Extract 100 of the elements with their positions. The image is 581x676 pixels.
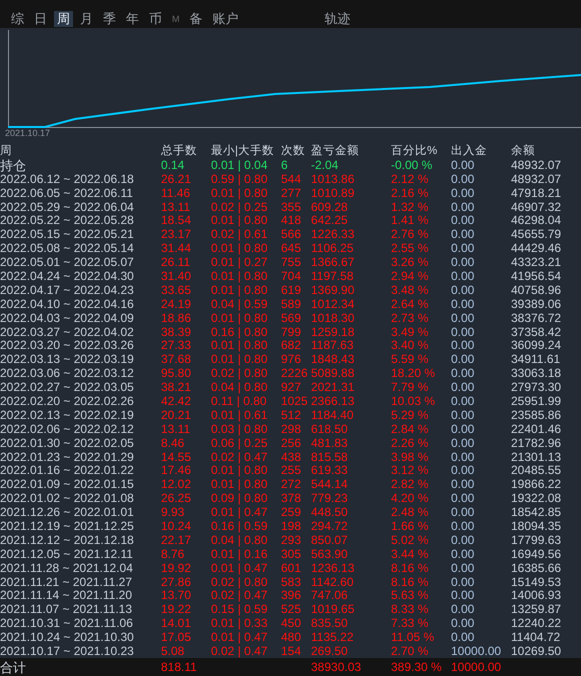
balance-cell-text: 44429.46 xyxy=(511,242,562,254)
period-cell-text: 2022.05.22 ~ 2022.05.28 xyxy=(0,214,135,226)
balance-cell-text: 18094.35 xyxy=(511,520,562,532)
count-cell-text: 255 xyxy=(281,464,302,476)
balance-cell-text: 13259.87 xyxy=(511,603,562,616)
period-cell-text: 2021.10.17 ~ 2021.10.23 xyxy=(0,645,135,658)
lot-range-cell-text: 0.02 | 0.80 xyxy=(211,367,268,380)
period-tab[interactable]: 备 xyxy=(186,10,206,27)
column-header: 周 xyxy=(0,146,13,158)
period-tab[interactable]: 季 xyxy=(100,10,119,27)
percent-cell-text: 1.32 % xyxy=(391,200,430,213)
balance-cell-text: 25951.99 xyxy=(511,395,562,408)
period-cell-text: 2022.04.10 ~ 2022.04.16 xyxy=(0,298,135,310)
lot-range-cell-text: 0.01 | 0.80 xyxy=(211,186,268,199)
profit-cell-text: 779.23 xyxy=(311,492,349,504)
period-tab[interactable]: 轨迹 xyxy=(322,10,354,27)
balance-cell-text: 16949.56 xyxy=(511,548,562,560)
lot-range-cell-text: 0.01 | 0.33 xyxy=(211,617,268,630)
lot-range-cell-text: 0.01 | 0.27 xyxy=(211,256,268,268)
percent-cell-text: 3.12 % xyxy=(391,464,430,476)
period-cell-text: 2021.11.28 ~ 2021.12.04 xyxy=(0,562,134,574)
count-cell-text: 976 xyxy=(281,353,302,366)
balance-cell-text: 15149.53 xyxy=(511,576,562,588)
percent-cell-text: 10.03 % xyxy=(391,395,436,408)
period-tab[interactable]: 月 xyxy=(77,10,96,27)
deposit-cell-text: 0.00 xyxy=(451,395,476,408)
period-tab[interactable]: 综 xyxy=(8,10,27,27)
balance-cell-text: 37358.42 xyxy=(511,326,562,338)
profit-cell-text: 642.25 xyxy=(311,214,349,226)
deposit-cell-text: 0.00 xyxy=(451,562,476,574)
period-tab[interactable]: 币 xyxy=(146,10,165,27)
lots-cell-text: 19.92 xyxy=(161,562,192,574)
period-tab[interactable]: 账户 xyxy=(210,10,242,27)
period-cell-text: 2022.01.09 ~ 2022.01.15 xyxy=(0,478,135,490)
deposit-cell-text: 0.00 xyxy=(451,172,476,185)
count-cell-text: 525 xyxy=(281,603,302,616)
period-tab[interactable]: 周 xyxy=(54,10,73,27)
period-tab[interactable]: 年 xyxy=(123,10,142,27)
period-cell-text: 2022.04.17 ~ 2022.04.23 xyxy=(0,284,135,296)
deposit-cell-text: 0.00 xyxy=(451,617,476,630)
period-cell-text: 2022.05.08 ~ 2022.05.14 xyxy=(0,242,135,254)
period-tab[interactable]: 日 xyxy=(31,10,50,27)
count-cell-text: 566 xyxy=(281,228,302,240)
period-cell-text: 2022.05.01 ~ 2022.05.07 xyxy=(0,256,135,268)
balance-cell-text: 11404.72 xyxy=(511,631,562,644)
deposit-cell-text: 0.00 xyxy=(451,270,476,282)
period-cell-text: 2022.05.15 ~ 2022.05.21 xyxy=(0,228,135,240)
period-cell-text: 2022.03.06 ~ 2022.03.12 xyxy=(0,367,135,380)
balance-cell-text: 19322.08 xyxy=(511,492,562,504)
deposit-cell-text: 0.00 xyxy=(451,200,476,213)
count-cell-text: 589 xyxy=(281,298,302,310)
count-cell-text: 2226 xyxy=(281,367,309,380)
lots-cell-text: 13.70 xyxy=(161,589,192,602)
lot-range-cell-text: 0.01 | 0.04 xyxy=(211,159,268,172)
percent-cell-text: 2.73 % xyxy=(391,312,430,324)
lot-range-cell-text: 0.01 | 0.61 xyxy=(211,408,268,421)
deposit-cell-text: 0.00 xyxy=(451,367,476,380)
lots-cell-text: 8.76 xyxy=(161,548,186,560)
deposit-cell-text: 0.00 xyxy=(451,631,476,644)
balance-cell-text: 33063.18 xyxy=(511,367,562,380)
count-cell-text: 418 xyxy=(281,214,302,226)
percent-cell-text: 2.12 % xyxy=(391,172,430,185)
count-cell-text: 272 xyxy=(281,478,302,490)
lots-cell-text: 19.22 xyxy=(161,603,192,616)
percent-cell-text: 4.20 % xyxy=(391,492,430,504)
count-cell-text: 799 xyxy=(281,326,302,338)
percent-cell-text: 2.70 % xyxy=(391,645,430,658)
lots-cell-text: 13.11 xyxy=(161,200,192,213)
deposit-cell-text: 0.00 xyxy=(451,534,476,546)
percent-cell-text: 1.66 % xyxy=(391,520,430,532)
count-cell-text: 544 xyxy=(281,172,302,185)
lot-range-cell-text: 0.02 | 0.47 xyxy=(211,645,268,658)
deposit-cell-text: 0.00 xyxy=(451,256,476,268)
count-cell-text: 704 xyxy=(281,270,302,282)
deposit-cell-text: 0.00 xyxy=(451,576,476,588)
deposit-cell-text: 0.00 xyxy=(451,408,476,421)
lot-range-cell-text: 0.02 | 0.61 xyxy=(211,228,268,240)
balance-cell-text: 45655.79 xyxy=(511,228,562,240)
balance-cell-text: 47918.21 xyxy=(511,186,562,199)
profit-cell-text: -2.04 xyxy=(311,159,340,172)
profit-cell-text: 1018.30 xyxy=(311,312,356,324)
lot-range-cell-text: 0.01 | 0.80 xyxy=(211,242,268,254)
lot-range-cell-text: 0.01 | 0.47 xyxy=(211,506,268,518)
percent-cell-text: 11.05 % xyxy=(391,631,436,644)
period-cell-text: 2021.11.21 ~ 2021.11.27 xyxy=(0,576,134,588)
lots-cell-text: 0.14 xyxy=(161,159,186,172)
column-header: 次数 xyxy=(281,146,306,158)
period-cell-text: 2022.06.12 ~ 2022.06.18 xyxy=(0,172,135,185)
period-cell-text: 2021.12.19 ~ 2021.12.25 xyxy=(0,520,135,532)
period-cell-text: 2021.12.05 ~ 2021.12.11 xyxy=(0,548,134,560)
percent-cell-text: 3.40 % xyxy=(391,339,430,352)
lots-cell-text: 20.21 xyxy=(161,408,192,421)
lots-cell-text: 14.55 xyxy=(161,450,192,463)
period-cell-text: 2021.10.24 ~ 2021.10.30 xyxy=(0,631,135,644)
lot-range-cell-text: 0.11 | 0.80 xyxy=(211,395,268,408)
lots-cell-text: 33.65 xyxy=(161,284,192,296)
profit-cell-text: 1106.25 xyxy=(311,242,354,254)
period-cell-text: 2022.06.05 ~ 2022.06.11 xyxy=(0,186,134,199)
profit-cell-text: 747.06 xyxy=(311,589,349,602)
profit-cell-text: 1019.65 xyxy=(311,603,356,616)
